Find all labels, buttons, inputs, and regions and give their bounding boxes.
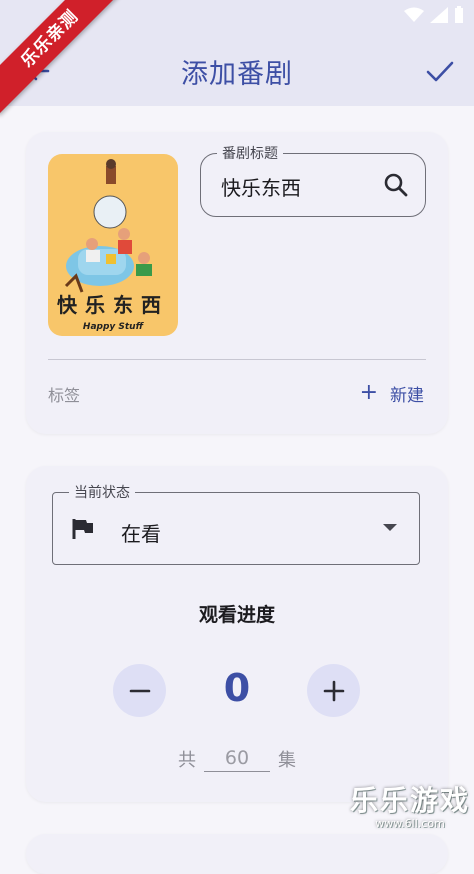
next-card <box>26 834 448 874</box>
page-title: 添加番剧 <box>181 59 293 90</box>
divider <box>48 359 426 360</box>
total-episodes-row: 共 60 集 <box>26 746 448 772</box>
status-field-label: 当前状态 <box>69 482 135 502</box>
progress-label: 观看进度 <box>198 604 275 626</box>
title-input[interactable]: 快乐东西 <box>221 172 301 201</box>
wifi-icon <box>404 7 424 22</box>
plus-icon: + <box>359 380 378 405</box>
increment-button[interactable] <box>307 664 360 717</box>
progress-card: 当前状态 在看 观看进度 0 共 60 集 <box>26 466 448 802</box>
title-field[interactable]: 番剧标题 快乐东西 <box>200 143 426 217</box>
total-episodes-input[interactable]: 60 <box>204 747 270 772</box>
new-tag-label: 新建 <box>390 385 424 406</box>
signal-icon <box>430 7 448 23</box>
battery-icon <box>455 6 463 23</box>
status-dropdown[interactable]: 当前状态 在看 <box>52 482 420 565</box>
status-value: 在看 <box>121 522 161 546</box>
status-bar <box>404 4 464 26</box>
title-field-label: 番剧标题 <box>217 143 283 163</box>
flag-icon <box>72 519 93 539</box>
cover-image[interactable]: 快乐东西 Happy Stuff <box>48 154 178 336</box>
dropdown-arrow-icon <box>383 524 397 531</box>
plus-icon <box>323 680 344 701</box>
cover-title: 快乐东西 <box>57 293 169 317</box>
anime-info-card: 快乐东西 Happy Stuff 番剧标题 快乐东西 标签 + 新建 <box>26 132 448 434</box>
watermark-main: 乐乐游戏 <box>349 784 470 817</box>
episode-count: 0 <box>223 666 251 710</box>
search-icon[interactable] <box>383 172 409 198</box>
total-suffix: 集 <box>278 750 296 771</box>
new-tag-button[interactable]: + 新建 <box>360 380 424 406</box>
total-prefix: 共 <box>178 750 196 771</box>
cover-subtitle: Happy Stuff <box>82 322 144 332</box>
check-icon[interactable] <box>424 55 456 87</box>
tags-label: 标签 <box>48 386 81 405</box>
watermark: 乐乐游戏 www.6ll.com <box>350 779 470 830</box>
